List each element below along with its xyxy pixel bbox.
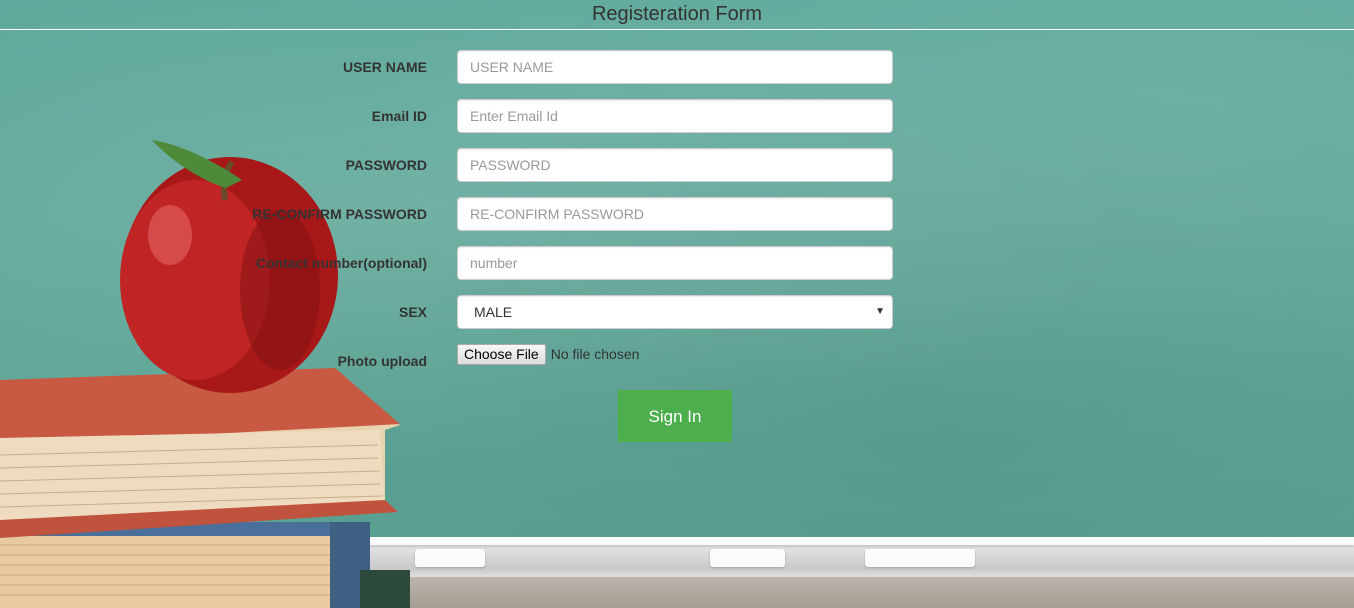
file-status-text: No file chosen <box>550 346 640 362</box>
chalk-piece <box>415 549 485 567</box>
reconfirm-row: RE-CONFIRM PASSWORD <box>0 197 1354 231</box>
sign-in-button[interactable]: Sign In <box>618 390 732 442</box>
photo-row: Photo upload Choose File No file chosen <box>0 344 1354 372</box>
password-row: PASSWORD <box>0 148 1354 182</box>
email-label: Email ID <box>371 108 427 124</box>
username-input[interactable] <box>457 50 893 84</box>
password-input[interactable] <box>457 148 893 182</box>
chevron-down-icon: ▼ <box>875 306 885 317</box>
chalk-tray <box>360 537 1354 608</box>
username-row: USER NAME <box>0 50 1354 84</box>
reconfirm-password-input[interactable] <box>457 197 893 231</box>
photo-upload-label: Photo upload <box>337 353 427 369</box>
sex-label: SEX <box>398 304 427 320</box>
chalk-piece <box>710 549 785 567</box>
email-input[interactable] <box>457 99 893 133</box>
username-label: USER NAME <box>342 59 427 75</box>
title-bar: Registeration Form <box>0 0 1354 30</box>
contact-row: Contact number(optional) <box>0 246 1354 280</box>
choose-file-button[interactable]: Choose File <box>457 344 546 365</box>
sex-row: SEX MALE ▼ <box>0 295 1354 329</box>
page-title: Registeration Form <box>591 3 763 25</box>
email-row: Email ID <box>0 99 1354 133</box>
chalk-piece <box>865 549 975 567</box>
sex-selected-value: MALE <box>474 304 513 320</box>
contact-number-label: Contact number(optional) <box>255 255 427 271</box>
contact-number-input[interactable] <box>457 246 893 280</box>
reconfirm-password-label: RE-CONFIRM PASSWORD <box>252 206 427 222</box>
sex-select[interactable]: MALE ▼ <box>457 295 893 329</box>
password-label: PASSWORD <box>345 157 427 173</box>
